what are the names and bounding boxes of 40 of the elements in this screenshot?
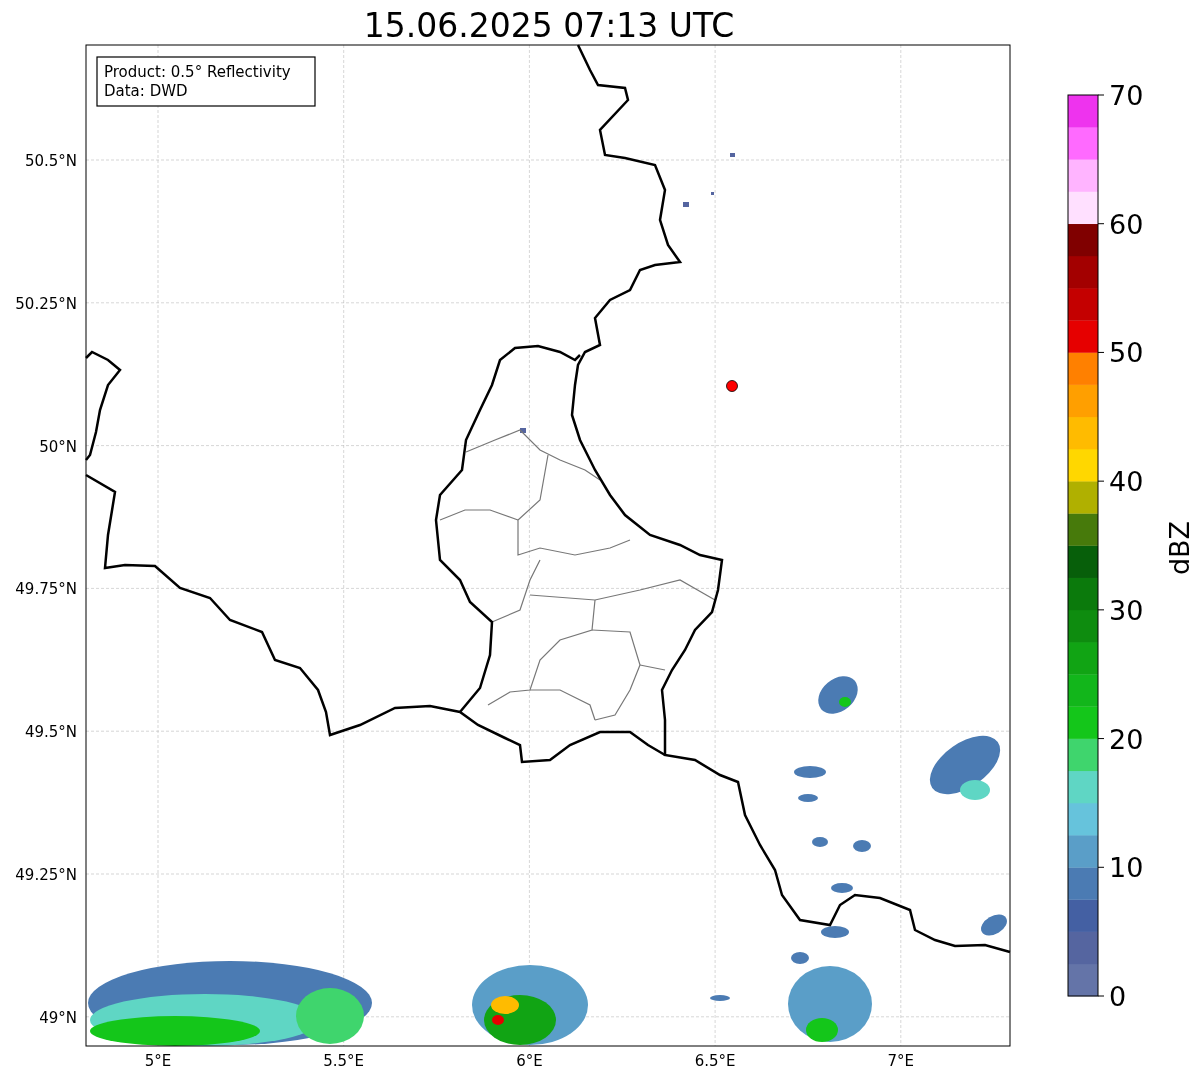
radar-echo [981, 914, 1007, 936]
latitude-label: 49.75°N [15, 580, 77, 599]
latitude-label: 50.5°N [24, 152, 77, 170]
colorbar-tick-label: 10 [1109, 852, 1144, 884]
radar-echo [821, 926, 849, 938]
info-text: Product: 0.5° Reflectivity [104, 63, 291, 81]
colorbar-tick-label: 50 [1109, 337, 1144, 369]
radar-echo [818, 676, 858, 714]
radar-echo [798, 794, 818, 802]
radar-echo [794, 766, 826, 778]
longitude-label: 5.5°E [323, 1052, 365, 1070]
longitude-label: 6°E [516, 1052, 543, 1070]
radar-echo [929, 735, 1001, 800]
longitude-label: 7°E [887, 1052, 915, 1070]
colorbar-tick-label: 60 [1109, 208, 1144, 240]
colorbar-tick-label: 0 [1109, 981, 1127, 1012]
latitude-label: 49°N [39, 1008, 77, 1027]
colorbar-label: dBZ [1164, 520, 1195, 576]
radar-echo [520, 428, 526, 433]
colorbar-tick-label: 30 [1109, 594, 1144, 626]
radar-echo [730, 153, 735, 157]
radar-echo [812, 837, 828, 847]
radar-echo [831, 883, 853, 893]
radar-echo [711, 192, 714, 195]
latitude-label: 49.5°N [24, 723, 77, 742]
location-marker [726, 380, 738, 392]
radar-echo [791, 952, 809, 964]
longitude-label: 5°E [144, 1052, 172, 1070]
radar-echo [710, 995, 730, 1001]
info-text: Data: DWD [104, 82, 188, 100]
chart-title: 15.06.2025 07:13 UTC [363, 6, 735, 45]
latitude-label: 50.25°N [15, 294, 77, 313]
radar-echo [853, 840, 871, 852]
longitude-label: 6.5°E [694, 1052, 736, 1070]
colorbar-tick-label: 70 [1109, 80, 1144, 111]
colorbar-tick-label: 20 [1109, 723, 1144, 755]
latitude-label: 50°N [39, 437, 77, 456]
radar-echo [683, 202, 689, 207]
colorbar-tick-label: 40 [1109, 466, 1144, 498]
latitude-label: 49.25°N [15, 866, 77, 884]
